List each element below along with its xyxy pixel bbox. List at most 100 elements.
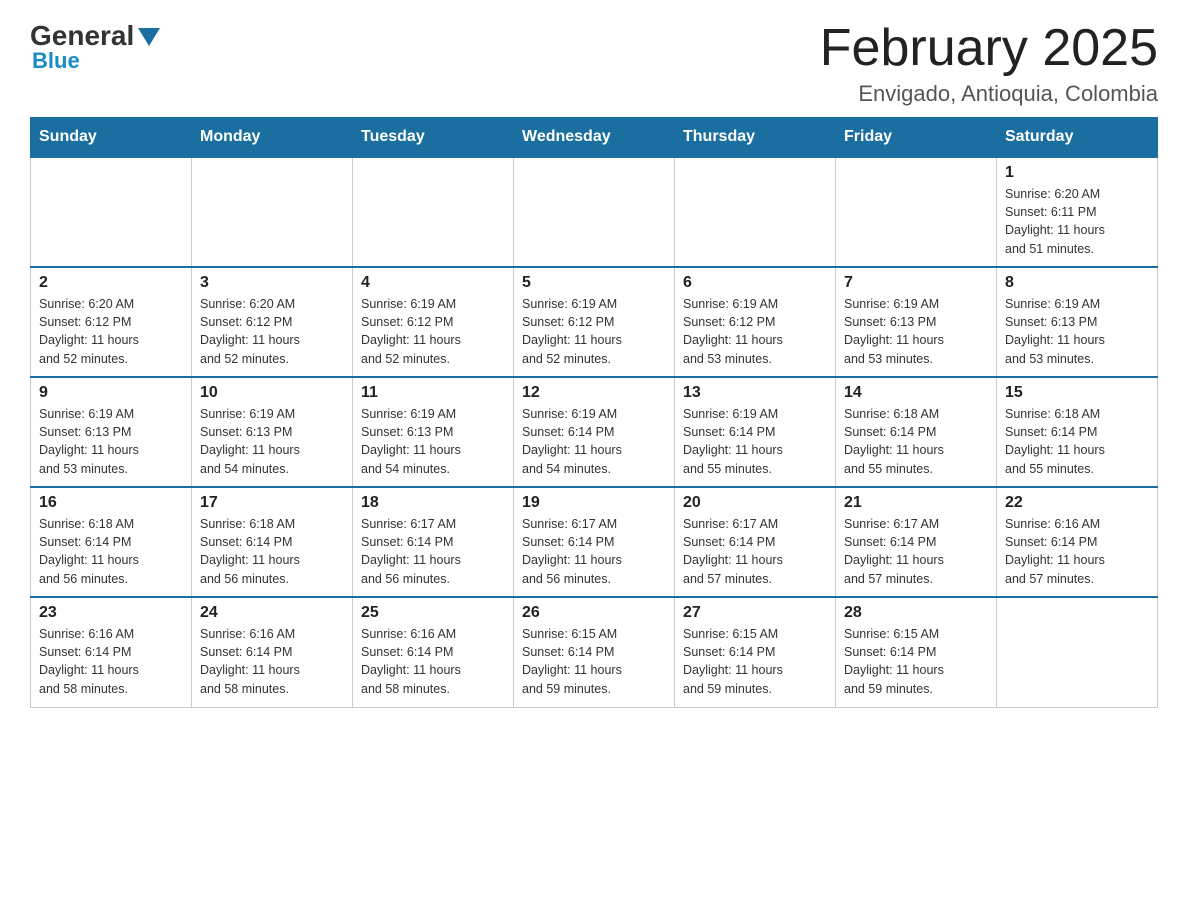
day-info: Sunrise: 6:16 AM Sunset: 6:14 PM Dayligh… [39,625,183,698]
day-number: 24 [200,604,344,622]
day-number: 11 [361,384,505,402]
day-number: 4 [361,274,505,292]
calendar-day-cell: 1 Sunrise: 6:20 AM Sunset: 6:11 PM Daylig… [997,157,1158,267]
day-info: Sunrise: 6:16 AM Sunset: 6:14 PM Dayligh… [200,625,344,698]
day-info: Sunrise: 6:17 AM Sunset: 6:14 PM Dayligh… [683,515,827,588]
calendar-day-cell: 3 Sunrise: 6:20 AM Sunset: 6:12 PM Daylig… [192,267,353,377]
calendar-day-header: Saturday [997,118,1158,158]
day-number: 3 [200,274,344,292]
calendar-day-cell: 16 Sunrise: 6:18 AM Sunset: 6:14 PM Dayli… [31,487,192,597]
day-number: 21 [844,494,988,512]
day-number: 20 [683,494,827,512]
calendar-header-row: SundayMondayTuesdayWednesdayThursdayFrid… [31,118,1158,158]
day-info: Sunrise: 6:16 AM Sunset: 6:14 PM Dayligh… [1005,515,1149,588]
logo-blue-label: Blue [32,48,80,74]
calendar-day-cell: 17 Sunrise: 6:18 AM Sunset: 6:14 PM Dayli… [192,487,353,597]
calendar-day-header: Sunday [31,118,192,158]
day-number: 9 [39,384,183,402]
calendar-week-row: 1 Sunrise: 6:20 AM Sunset: 6:11 PM Daylig… [31,157,1158,267]
day-info: Sunrise: 6:18 AM Sunset: 6:14 PM Dayligh… [200,515,344,588]
calendar-day-cell: 18 Sunrise: 6:17 AM Sunset: 6:14 PM Dayli… [353,487,514,597]
day-info: Sunrise: 6:20 AM Sunset: 6:12 PM Dayligh… [200,295,344,368]
day-number: 19 [522,494,666,512]
calendar-day-cell: 27 Sunrise: 6:15 AM Sunset: 6:14 PM Dayli… [675,597,836,707]
calendar-day-cell: 11 Sunrise: 6:19 AM Sunset: 6:13 PM Dayli… [353,377,514,487]
day-info: Sunrise: 6:19 AM Sunset: 6:12 PM Dayligh… [361,295,505,368]
day-info: Sunrise: 6:20 AM Sunset: 6:11 PM Dayligh… [1005,185,1149,258]
location-text: Envigado, Antioquia, Colombia [820,81,1158,107]
calendar-day-cell: 22 Sunrise: 6:16 AM Sunset: 6:14 PM Dayli… [997,487,1158,597]
calendar-empty-cell [192,157,353,267]
calendar-day-cell: 15 Sunrise: 6:18 AM Sunset: 6:14 PM Dayli… [997,377,1158,487]
calendar-day-cell: 14 Sunrise: 6:18 AM Sunset: 6:14 PM Dayli… [836,377,997,487]
calendar-day-header: Wednesday [514,118,675,158]
day-info: Sunrise: 6:18 AM Sunset: 6:14 PM Dayligh… [844,405,988,478]
day-info: Sunrise: 6:19 AM Sunset: 6:12 PM Dayligh… [683,295,827,368]
day-info: Sunrise: 6:15 AM Sunset: 6:14 PM Dayligh… [683,625,827,698]
day-number: 27 [683,604,827,622]
logo: General Blue [30,20,160,74]
day-info: Sunrise: 6:17 AM Sunset: 6:14 PM Dayligh… [361,515,505,588]
calendar-day-cell: 8 Sunrise: 6:19 AM Sunset: 6:13 PM Daylig… [997,267,1158,377]
page-header: General Blue February 2025 Envigado, Ant… [30,20,1158,107]
day-number: 17 [200,494,344,512]
calendar-day-header: Monday [192,118,353,158]
calendar-empty-cell [514,157,675,267]
calendar-week-row: 9 Sunrise: 6:19 AM Sunset: 6:13 PM Daylig… [31,377,1158,487]
calendar-day-cell: 9 Sunrise: 6:19 AM Sunset: 6:13 PM Daylig… [31,377,192,487]
day-info: Sunrise: 6:18 AM Sunset: 6:14 PM Dayligh… [1005,405,1149,478]
calendar-day-cell: 24 Sunrise: 6:16 AM Sunset: 6:14 PM Dayli… [192,597,353,707]
day-number: 7 [844,274,988,292]
title-block: February 2025 Envigado, Antioquia, Colom… [820,20,1158,107]
calendar-day-header: Tuesday [353,118,514,158]
day-info: Sunrise: 6:19 AM Sunset: 6:13 PM Dayligh… [200,405,344,478]
calendar-day-header: Thursday [675,118,836,158]
day-number: 8 [1005,274,1149,292]
day-info: Sunrise: 6:17 AM Sunset: 6:14 PM Dayligh… [844,515,988,588]
calendar-day-cell: 13Sunrise: 6:19 AM Sunset: 6:14 PM Dayli… [675,377,836,487]
calendar-empty-cell [31,157,192,267]
calendar-day-cell: 10 Sunrise: 6:19 AM Sunset: 6:13 PM Dayli… [192,377,353,487]
day-info: Sunrise: 6:20 AM Sunset: 6:12 PM Dayligh… [39,295,183,368]
logo-arrow-icon [138,28,160,46]
calendar-day-cell: 21 Sunrise: 6:17 AM Sunset: 6:14 PM Dayli… [836,487,997,597]
calendar-day-cell: 4 Sunrise: 6:19 AM Sunset: 6:12 PM Daylig… [353,267,514,377]
calendar-week-row: 2Sunrise: 6:20 AM Sunset: 6:12 PM Daylig… [31,267,1158,377]
day-number: 1 [1005,164,1149,182]
day-info: Sunrise: 6:19 AM Sunset: 6:13 PM Dayligh… [361,405,505,478]
calendar-day-cell: 12Sunrise: 6:19 AM Sunset: 6:14 PM Dayli… [514,377,675,487]
calendar-day-cell: 23 Sunrise: 6:16 AM Sunset: 6:14 PM Dayli… [31,597,192,707]
day-number: 22 [1005,494,1149,512]
calendar-empty-cell [353,157,514,267]
month-title: February 2025 [820,20,1158,77]
calendar-day-cell: 7 Sunrise: 6:19 AM Sunset: 6:13 PM Daylig… [836,267,997,377]
day-number: 16 [39,494,183,512]
day-info: Sunrise: 6:19 AM Sunset: 6:13 PM Dayligh… [1005,295,1149,368]
calendar-day-cell: 20 Sunrise: 6:17 AM Sunset: 6:14 PM Dayli… [675,487,836,597]
day-info: Sunrise: 6:19 AM Sunset: 6:13 PM Dayligh… [844,295,988,368]
calendar-day-cell: 5Sunrise: 6:19 AM Sunset: 6:12 PM Daylig… [514,267,675,377]
calendar-week-row: 23 Sunrise: 6:16 AM Sunset: 6:14 PM Dayli… [31,597,1158,707]
calendar-day-cell: 26Sunrise: 6:15 AM Sunset: 6:14 PM Dayli… [514,597,675,707]
day-info: Sunrise: 6:15 AM Sunset: 6:14 PM Dayligh… [844,625,988,698]
day-number: 12 [522,384,666,402]
day-info: Sunrise: 6:19 AM Sunset: 6:12 PM Dayligh… [522,295,666,368]
day-info: Sunrise: 6:17 AM Sunset: 6:14 PM Dayligh… [522,515,666,588]
day-number: 6 [683,274,827,292]
day-number: 28 [844,604,988,622]
day-number: 15 [1005,384,1149,402]
calendar-empty-cell [675,157,836,267]
day-number: 13 [683,384,827,402]
day-number: 25 [361,604,505,622]
day-number: 14 [844,384,988,402]
calendar-week-row: 16 Sunrise: 6:18 AM Sunset: 6:14 PM Dayli… [31,487,1158,597]
calendar-empty-cell [836,157,997,267]
calendar-day-header: Friday [836,118,997,158]
day-info: Sunrise: 6:18 AM Sunset: 6:14 PM Dayligh… [39,515,183,588]
day-info: Sunrise: 6:19 AM Sunset: 6:13 PM Dayligh… [39,405,183,478]
day-number: 18 [361,494,505,512]
day-number: 23 [39,604,183,622]
day-number: 26 [522,604,666,622]
day-number: 10 [200,384,344,402]
day-info: Sunrise: 6:16 AM Sunset: 6:14 PM Dayligh… [361,625,505,698]
